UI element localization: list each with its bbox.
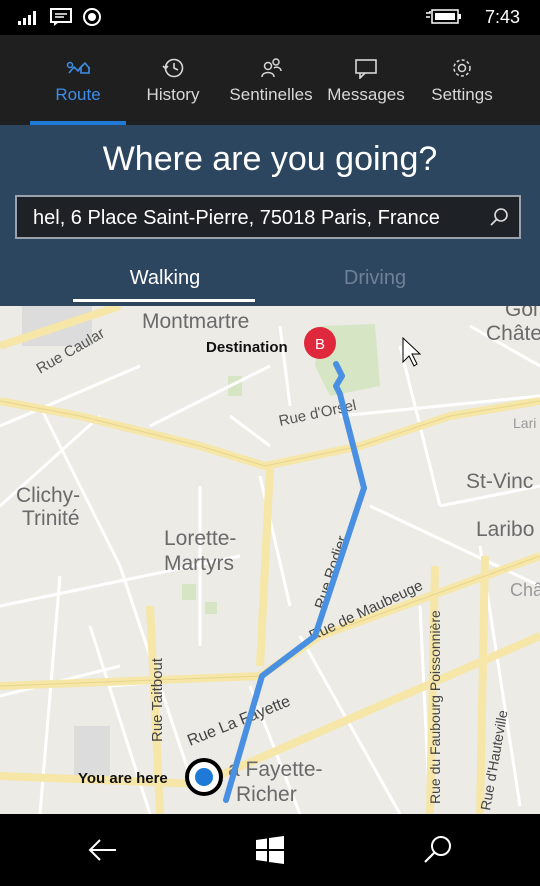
mode-indicator [73,299,255,302]
mode-driving-tab[interactable]: Driving [285,267,465,290]
map-canvas: Montmartre Rue Caular Rue d'Orsel Clichy… [0,306,540,814]
message-icon [50,8,72,31]
map-label-lafayette-2: Richer [236,783,297,806]
map-label-lari: Lari [513,415,536,431]
map-label-clichy-1: Clichy- [16,484,80,507]
system-nav-bar [0,814,540,886]
location-icon [82,7,102,32]
tab-settings-label: Settings [431,85,493,104]
tab-messages-label: Messages [327,85,405,104]
status-bar: 7:43 [0,0,540,35]
map-label-chate-2: Châte [510,580,540,600]
destination-input[interactable] [31,203,475,233]
destination-marker-letter: B [315,336,325,353]
people-icon [259,57,283,79]
destination-panel: Where are you going? Walking Driving [0,125,540,306]
back-arrow-icon[interactable] [86,834,118,871]
status-time: 7:43 [484,7,520,27]
tab-settings[interactable]: Settings [420,35,504,125]
route-icon [66,57,91,79]
map-view[interactable]: Montmartre Rue Caular Rue d'Orsel Clichy… [0,306,540,814]
tab-sentinelles-label: Sentinelles [229,85,313,104]
page-title: Where are you going? [102,140,438,178]
destination-search-box[interactable] [15,195,521,239]
tab-history-label: History [146,85,200,104]
signal-icon [18,9,40,30]
tab-sentinelles[interactable]: Sentinelles [224,35,318,125]
tab-messages[interactable]: Messages [322,35,410,125]
gear-icon [450,57,474,79]
map-label-stvincent-1: St-Vinc [466,470,533,493]
search-icon[interactable] [489,207,509,232]
history-icon [161,57,185,79]
windows-start-icon[interactable] [254,834,286,871]
tab-route[interactable]: Route [30,35,126,125]
battery-icon [426,9,462,30]
chat-icon [354,57,378,80]
destination-label: Destination [206,339,288,356]
map-label-lorette-1: Lorette- [164,527,236,550]
mode-walking-tab[interactable]: Walking [75,267,255,290]
map-label-clichy-2: Trinité [22,507,80,530]
tab-route-label: Route [55,85,101,104]
map-label-lafayette-1: a Fayette- [228,758,323,781]
map-label-faubourg-poissonniere: Rue du Faubourg Poissonnière [427,610,443,804]
you-are-here-label: You are here [78,770,168,787]
map-label-stvincent-2: Laribo [476,518,534,541]
tab-history[interactable]: History [130,35,216,125]
map-label-lorette-2: Martyrs [164,552,234,575]
map-label-montmartre: Montmartre [142,310,249,333]
map-label-rue-taitbout: Rue Taitbout [149,657,166,742]
map-label-goutte-1: Goi [505,306,538,321]
main-nav: Route History Sentinelles Messages Setti… [0,35,540,125]
map-label-goutte-2: Châte [486,322,540,345]
search-icon[interactable] [422,834,454,871]
